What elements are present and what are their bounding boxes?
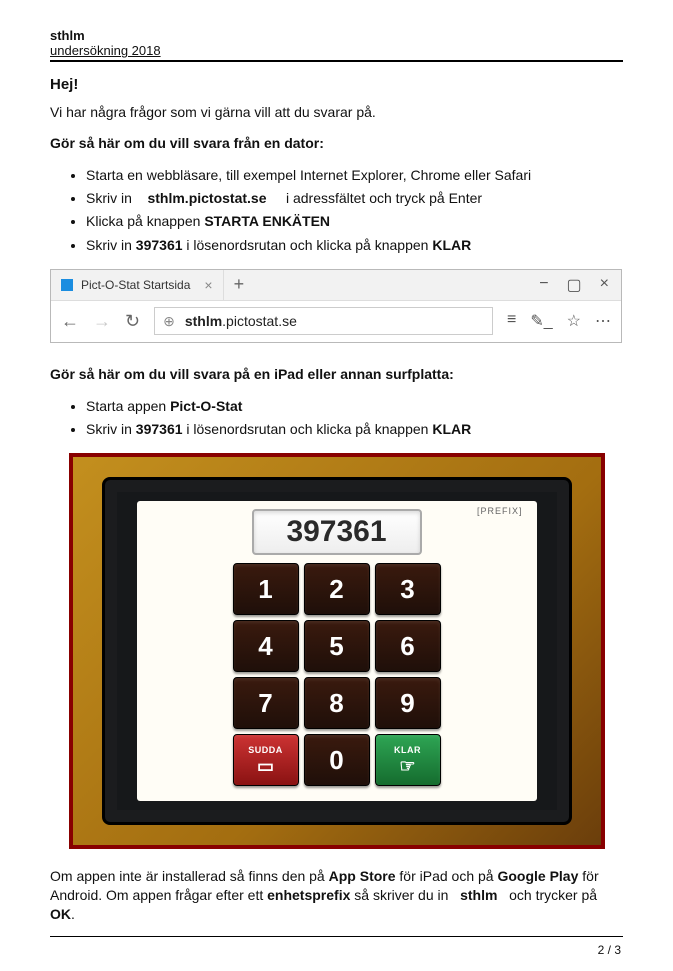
refresh-icon[interactable]: ↻ [125,311,140,332]
prefix-label: [PREFIX] [477,506,523,516]
list-item: Klicka på knappen STARTA ENKÄTEN [86,211,623,231]
key-9[interactable]: 9 [375,677,441,729]
text: KLAR [432,421,471,437]
key-3[interactable]: 3 [375,563,441,615]
text: Skriv in [86,237,132,253]
heading-from-computer: Gör så här om du vill svara från en dato… [50,134,623,153]
steps-computer: Starta en webbläsare, till exempel Inter… [86,165,623,255]
erase-button[interactable]: SUDDA ▭ [233,734,299,786]
text: sthlm [460,887,497,903]
key-0[interactable]: 0 [304,734,370,786]
steps-ipad: Starta appen Pict-O-Stat Skriv in 397361… [86,396,623,440]
text: Om appen inte är installerad så finns de… [50,868,325,884]
tab-title: Pict-O-Stat Startsida [81,278,190,292]
text: Pict-O-Stat [170,398,242,414]
code-text: 397361 [136,237,183,253]
code-text: 397361 [136,421,183,437]
erase-label: SUDDA [248,745,283,755]
reading-view-icon[interactable]: ≡ [507,311,516,331]
key-5[interactable]: 5 [304,620,370,672]
text: i lösenordsrutan och klicka på knappen [186,237,428,253]
text: Google Play [497,868,578,884]
key-2[interactable]: 2 [304,563,370,615]
browser-toolbar: ← → ↻ ⊕ sthlm.pictostat.se ≡ ✎_ ☆ ⋯ [51,300,621,342]
text: Starta appen [86,398,166,414]
password-field[interactable]: 397361 [252,509,422,555]
globe-icon: ⊕ [163,313,175,330]
ok-button[interactable]: KLAR ☞ [375,734,441,786]
close-tab-icon[interactable]: × [204,277,212,293]
text: Skriv in [86,190,132,206]
forward-icon[interactable]: → [93,311,111,332]
footer-rule [50,936,623,937]
text: OK [50,906,71,922]
keypad: 1 2 3 4 5 6 7 8 9 SUDDA ▭ 0 KLAR [233,563,441,786]
minimize-icon[interactable]: − [539,275,548,295]
ipad-device: [PREFIX] 397361 1 2 3 4 5 6 7 8 9 SUDDA … [102,477,572,825]
text: App Store [329,868,396,884]
text: Skriv in [86,421,132,437]
list-item: Skriv in sthlm.pictostat.se i adressfält… [86,188,623,208]
hand-icon: ☞ [399,757,415,775]
heading-from-ipad: Gör så här om du vill svara på en iPad e… [50,365,623,384]
favorites-icon[interactable]: ☆ [567,311,581,331]
back-icon[interactable]: ← [61,311,79,332]
text: . [71,906,75,922]
new-tab-button[interactable]: + [224,274,255,295]
header-rule [50,60,623,62]
eraser-icon: ▭ [257,757,274,775]
text: enhetsprefix [267,887,350,903]
more-icon[interactable]: ⋯ [595,311,611,331]
address-bar[interactable]: ⊕ sthlm.pictostat.se [154,307,493,335]
ipad-screen: 397361 1 2 3 4 5 6 7 8 9 SUDDA ▭ 0 [137,501,537,801]
key-4[interactable]: 4 [233,620,299,672]
text: i lösenordsrutan och klicka på knappen [186,421,428,437]
browser-tabbar: Pict-O-Stat Startsida × + − ▢ × [51,270,621,300]
browser-window: Pict-O-Stat Startsida × + − ▢ × ← → ↻ ⊕ … [50,269,622,343]
text: STARTA ENKÄTEN [204,213,330,229]
close-window-icon[interactable]: × [600,275,609,295]
list-item: Starta appen Pict-O-Stat [86,396,623,416]
list-item: Skriv in 397361 i lösenordsrutan och kli… [86,235,623,255]
header-brand: sthlm [50,28,623,43]
ok-label: KLAR [394,745,421,755]
maximize-icon[interactable]: ▢ [567,275,582,295]
list-item: Skriv in 397361 i lösenordsrutan och kli… [86,419,623,439]
browser-tab[interactable]: Pict-O-Stat Startsida × [51,270,224,300]
list-item: Starta en webbläsare, till exempel Inter… [86,165,623,185]
text: för iPad och på [399,868,493,884]
key-1[interactable]: 1 [233,563,299,615]
header-subtitle: undersökning 2018 [50,43,623,58]
favicon-icon [61,279,73,291]
text: och trycker på [509,887,597,903]
text: i adressfältet och tryck på Enter [286,190,482,206]
text: KLAR [432,237,471,253]
intro-text: Vi har några frågor som vi gärna vill at… [50,103,623,122]
key-6[interactable]: 6 [375,620,441,672]
page-number: 2 / 3 [50,943,623,957]
url-rest: .pictostat.se [222,313,297,329]
note-icon[interactable]: ✎_ [530,311,552,331]
url-prefix: sthlm [185,313,222,329]
key-7[interactable]: 7 [233,677,299,729]
text: så skriver du in [354,887,448,903]
text: Klicka på knappen [86,213,200,229]
ipad-photo: [PREFIX] 397361 1 2 3 4 5 6 7 8 9 SUDDA … [69,453,605,849]
app-install-info: Om appen inte är installerad så finns de… [50,867,623,924]
key-8[interactable]: 8 [304,677,370,729]
url-text: sthlm.pictostat.se [147,190,266,206]
greeting-heading: Hej! [50,76,623,93]
